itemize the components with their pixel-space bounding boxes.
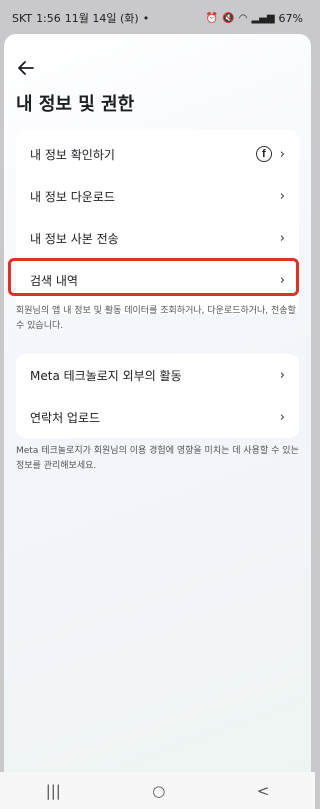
recents-button[interactable]: ||| bbox=[46, 782, 61, 800]
menu-item-download-info[interactable]: 내 정보 다운로드 › bbox=[16, 175, 299, 217]
alarm-icon: ⏰ bbox=[205, 12, 219, 24]
menu-item-label: 연락처 업로드 bbox=[30, 410, 101, 425]
wifi-icon: ◠ bbox=[238, 12, 248, 24]
chevron-right-icon: › bbox=[279, 272, 285, 288]
menu-item-label: 내 정보 다운로드 bbox=[30, 189, 115, 204]
battery-text: 67% bbox=[278, 11, 303, 25]
activity-description: Meta 테크놀로지가 회원님의 이용 경험에 영향을 미치는 데 사용할 수 … bbox=[16, 446, 299, 471]
back-button[interactable] bbox=[14, 56, 38, 80]
settings-sheet: 내 정보 및 권한 내 정보 확인하기 f › 내 정보 다운로드 › 내 정보… bbox=[4, 34, 311, 772]
page-title: 내 정보 및 권한 bbox=[16, 94, 135, 115]
my-info-card: 내 정보 확인하기 f › 내 정보 다운로드 › 내 정보 사본 전송 › 검… bbox=[16, 130, 299, 314]
date-text: 11월 14일 (화) bbox=[64, 12, 139, 25]
notification-dot: • bbox=[142, 11, 150, 25]
facebook-icon: f bbox=[255, 146, 272, 162]
menu-item-view-info[interactable]: 내 정보 확인하기 f › bbox=[16, 133, 299, 175]
time-text: 1:56 bbox=[36, 11, 61, 25]
activity-card: Meta 테크놀로지 외부의 활동 › 연락처 업로드 › bbox=[16, 354, 299, 438]
menu-item-label: 내 정보 사본 전송 bbox=[30, 231, 119, 246]
menu-item-label: Meta 테크놀로지 외부의 활동 bbox=[30, 368, 182, 383]
home-button[interactable]: ○ bbox=[152, 782, 165, 800]
menu-item-search-history[interactable]: 검색 내역 › bbox=[16, 259, 299, 301]
system-back-button[interactable]: < bbox=[257, 782, 270, 800]
chevron-right-icon: › bbox=[279, 188, 285, 204]
arrow-left-icon bbox=[18, 61, 34, 75]
signal-icon: ▂▄▆ bbox=[251, 12, 275, 24]
menu-item-upload-contacts[interactable]: 연락처 업로드 › bbox=[16, 396, 299, 438]
menu-item-label: 검색 내역 bbox=[30, 273, 78, 288]
info-description: 회원님의 앱 내 정보 및 활동 데이터를 조회하거나, 다운로드하거나, 전송… bbox=[16, 306, 296, 331]
menu-item-off-meta-activity[interactable]: Meta 테크놀로지 외부의 활동 › bbox=[16, 354, 299, 396]
chevron-right-icon: › bbox=[279, 367, 285, 383]
system-nav-bar: ||| ○ < bbox=[0, 772, 315, 809]
chevron-right-icon: › bbox=[279, 409, 285, 425]
chevron-right-icon: › bbox=[279, 146, 285, 162]
chevron-right-icon: › bbox=[279, 230, 285, 246]
status-bar: SKT 1:56 11월 14일 (화) • ⏰ 🔇 ◠ ▂▄▆ 67% bbox=[0, 0, 315, 36]
mute-icon: 🔇 bbox=[222, 12, 235, 24]
menu-item-transfer-copy[interactable]: 내 정보 사본 전송 › bbox=[16, 217, 299, 259]
carrier-text: SKT bbox=[12, 11, 33, 25]
menu-item-label: 내 정보 확인하기 bbox=[30, 147, 115, 162]
